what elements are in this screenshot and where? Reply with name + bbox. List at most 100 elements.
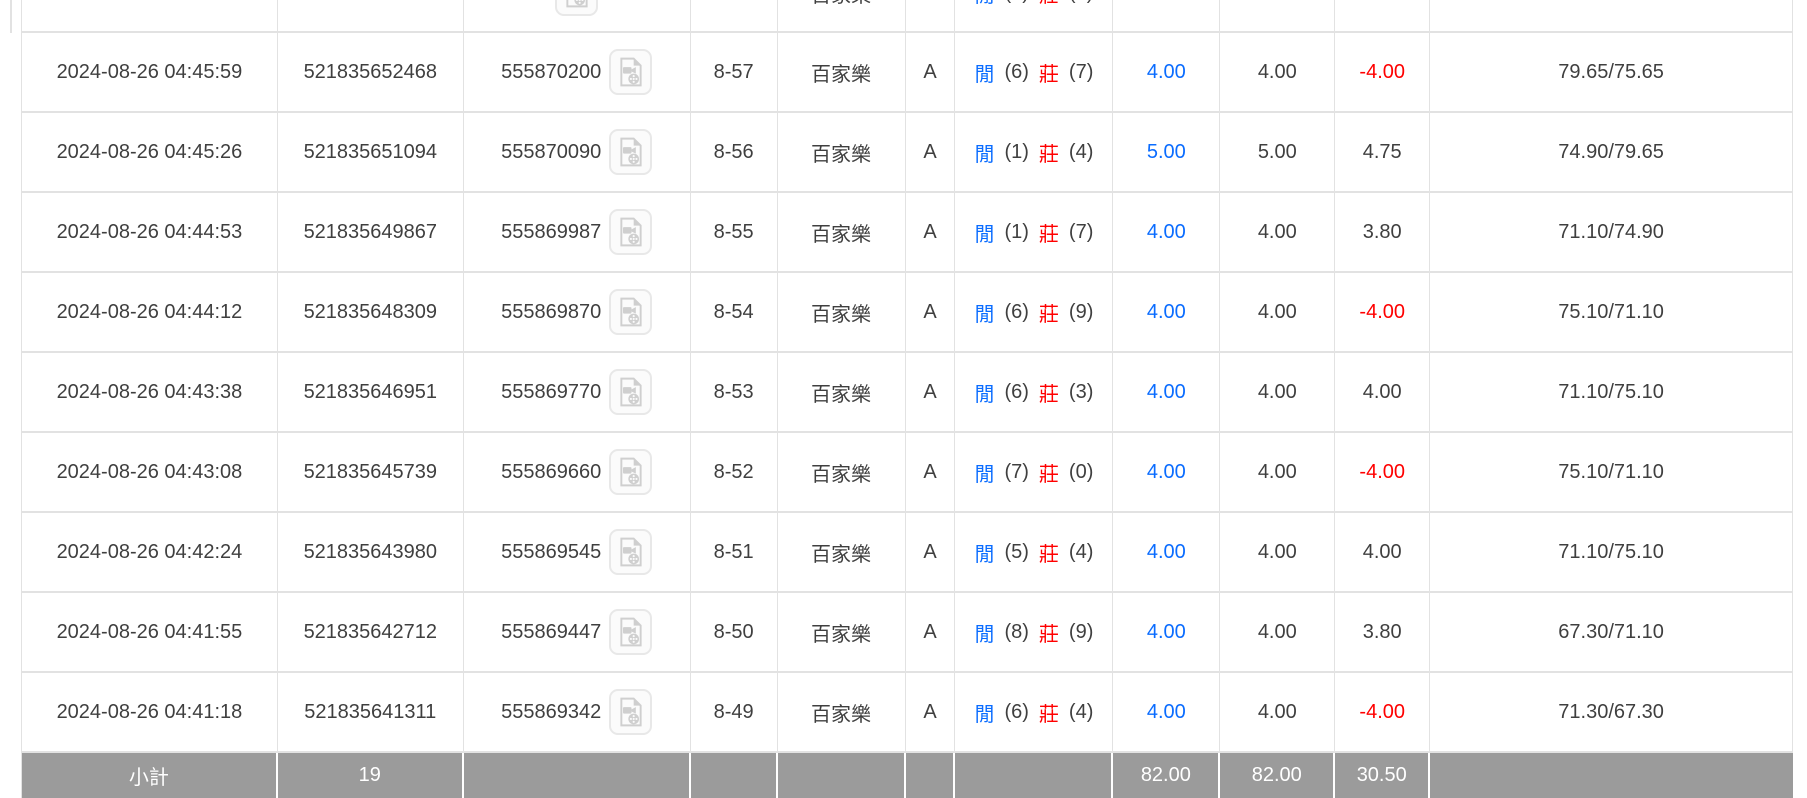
game-id-cell: 555870090	[464, 113, 691, 191]
game-id: 555870090	[501, 141, 601, 164]
video-replay-button[interactable]	[555, 0, 598, 16]
round-cell: 8-50	[691, 593, 778, 671]
banker-label: 莊	[1038, 58, 1060, 87]
game-id: 555869870	[501, 301, 601, 324]
game-id: 555869987	[501, 221, 601, 244]
table-letter: A	[923, 381, 936, 404]
table-body: 2024-08-26 04:45:59 521835652468 5558702…	[22, 33, 1793, 753]
game-result-cell: 閒(6) 莊(9)	[955, 273, 1113, 351]
bet-id: 521835652468	[304, 61, 437, 84]
video-replay-button[interactable]	[609, 609, 652, 655]
bet-amount-cell: 4.00	[1113, 673, 1220, 751]
bet-id: 521835646951	[304, 381, 437, 404]
valid-amount: 4.00	[1258, 61, 1297, 84]
winloss-cell: -4.00	[1335, 273, 1430, 351]
round-number: 8-57	[714, 61, 754, 84]
subtotal-bet: 82.00	[1141, 764, 1191, 787]
round-cell: 8-54	[691, 273, 778, 351]
table-row: 2024-08-26 04:45:26 521835651094 5558700…	[22, 113, 1793, 193]
player-label: 閒	[973, 618, 995, 647]
video-replay-button[interactable]	[609, 129, 652, 175]
table-row: 2024-08-26 04:41:18 521835641311 5558693…	[22, 673, 1793, 753]
player-score: (6)	[1003, 381, 1029, 404]
bet-time-cell: 2024-08-26 04:44:12	[22, 273, 278, 351]
banker-score: (9)	[1068, 0, 1094, 5]
bet-id: 521835642712	[304, 621, 437, 644]
player-score: (6)	[1003, 701, 1029, 724]
banker-label: 莊	[1038, 378, 1060, 407]
banker-label: 莊	[1038, 138, 1060, 167]
valid-amount: 5.00	[1258, 141, 1297, 164]
bet-time-cell: 2024-08-26 04:42:24	[22, 513, 278, 591]
player-label: 閒	[973, 458, 995, 487]
game-name-cell: 百家樂	[778, 593, 906, 671]
player-score: (7)	[1003, 461, 1029, 484]
player-score: (6)	[1003, 61, 1029, 84]
table-letter: A	[923, 301, 936, 324]
banker-label: 莊	[1038, 618, 1060, 647]
bet-id-cell: 521835642712	[278, 593, 464, 671]
bet-time-cell: 2024-08-26 04:43:08	[22, 433, 278, 511]
video-file-icon	[618, 537, 644, 567]
bet-amount-cell: 4.00	[1113, 33, 1220, 111]
video-replay-button[interactable]	[609, 529, 652, 575]
bet-id: 521835643980	[304, 541, 437, 564]
video-replay-button[interactable]	[609, 49, 652, 95]
video-replay-button[interactable]	[609, 449, 652, 495]
bet-id: 521835645739	[304, 461, 437, 484]
game-name-cell: 百家樂	[778, 433, 906, 511]
valid-amount: 4.00	[1258, 221, 1297, 244]
game-name: 百家樂	[811, 58, 871, 87]
subtotal-valid-cell: 82.00	[1220, 753, 1335, 798]
bet-id-cell: 521835651094	[278, 113, 464, 191]
valid-amount-cell: 4.00	[1220, 33, 1335, 111]
bet-id: 521835651094	[304, 141, 437, 164]
game-result-cell: 閒(6) 莊(4)	[955, 673, 1113, 751]
bet-amount-cell: 4.00	[1113, 513, 1220, 591]
table-row: 2024-08-26 04:44:53 521835649867 5558699…	[22, 193, 1793, 273]
valid-amount: 4.00	[1258, 461, 1297, 484]
player-score: (4)	[1003, 0, 1029, 5]
game-name-cell: 百家樂	[778, 193, 906, 271]
bet-time-cell: 2024-08-26 04:45:59	[22, 33, 278, 111]
balance-cell: 71.10/75.10	[1430, 513, 1793, 591]
winloss-value: 4.00	[1363, 381, 1402, 404]
balance-cell: 75.10/71.10	[1430, 433, 1793, 511]
table-letter: A	[923, 701, 936, 724]
bet-amount: 4.00	[1147, 61, 1186, 84]
winloss-value: -4.00	[1359, 701, 1405, 724]
video-replay-button[interactable]	[609, 689, 652, 735]
video-replay-button[interactable]	[609, 209, 652, 255]
valid-amount-cell: 4.00	[1220, 273, 1335, 351]
table-letter: A	[923, 61, 936, 84]
valid-amount-cell	[1220, 0, 1335, 31]
banker-score: (0)	[1068, 461, 1094, 484]
bet-id-cell: 521835648309	[278, 273, 464, 351]
video-replay-button[interactable]	[609, 369, 652, 415]
game-id-cell: 555869342	[464, 673, 691, 751]
bet-id-cell: 521835646951	[278, 353, 464, 431]
balance-cell: 75.10/71.10	[1430, 273, 1793, 351]
table-letter-cell: A	[906, 353, 956, 431]
game-name-cell: 百家樂	[778, 33, 906, 111]
valid-amount-cell: 4.00	[1220, 513, 1335, 591]
balance-value: 71.10/74.90	[1558, 221, 1664, 244]
bet-amount-cell: 4.00	[1113, 433, 1220, 511]
table-letter-cell: A	[906, 33, 956, 111]
bet-time: 2024-08-26 04:41:18	[57, 701, 243, 724]
game-name: 百家樂	[811, 298, 871, 327]
game-name: 百家樂	[811, 698, 871, 727]
table-row: 2024-08-26 04:41:55 521835642712 5558694…	[22, 593, 1793, 673]
video-replay-button[interactable]	[609, 289, 652, 335]
player-label: 閒	[973, 538, 995, 567]
table-letter-cell: A	[906, 113, 956, 191]
subtotal-count-cell: 19	[278, 753, 464, 798]
round-number: 8-52	[714, 461, 754, 484]
winloss-cell: 4.00	[1335, 513, 1430, 591]
game-id-cell: 555869545	[464, 513, 691, 591]
subtotal-winloss-cell: 30.50	[1335, 753, 1430, 798]
game-id: 555869447	[501, 621, 601, 644]
valid-amount-cell: 4.00	[1220, 673, 1335, 751]
banker-score: (4)	[1068, 701, 1094, 724]
game-id: 555870200	[501, 61, 601, 84]
